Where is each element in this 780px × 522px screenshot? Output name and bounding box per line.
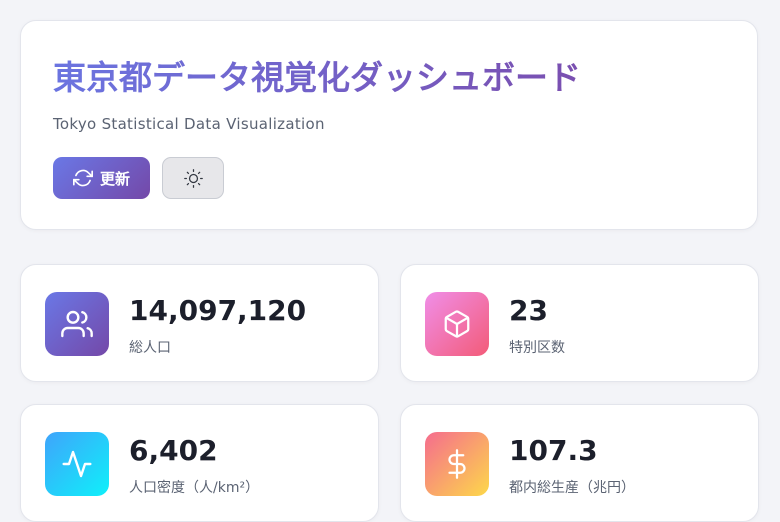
stat-label: 都内総生産（兆円） [509, 480, 635, 496]
stat-value: 6,402 [129, 434, 218, 467]
stat-label: 特別区数 [509, 340, 565, 356]
stat-value: 107.3 [509, 434, 598, 467]
stat-value: 23 [509, 294, 548, 327]
stat-card-wards: 23 特別区数 [400, 264, 759, 382]
box-icon [444, 310, 470, 338]
stat-icon-tile [45, 432, 109, 496]
header-card: 東京都データ視覚化ダッシュボード Tokyo Statistical Data … [20, 20, 758, 230]
page-subtitle: Tokyo Statistical Data Visualization [53, 115, 325, 133]
stat-label: 人口密度（人/km²） [129, 480, 260, 496]
stat-icon-tile [45, 292, 109, 356]
stat-label: 総人口 [129, 340, 171, 356]
users-icon [61, 310, 93, 338]
stat-icon-tile [425, 432, 489, 496]
page-title: 東京都データ視覚化ダッシュボード [53, 55, 581, 101]
stat-icon-tile [425, 292, 489, 356]
sun-icon [183, 168, 203, 188]
activity-icon [62, 450, 92, 478]
stat-card-population: 14,097,120 総人口 [20, 264, 379, 382]
theme-toggle-button[interactable] [162, 157, 224, 199]
refresh-icon [72, 169, 93, 187]
stat-card-density: 6,402 人口密度（人/km²） [20, 404, 379, 522]
dollar-icon [448, 449, 466, 479]
refresh-button-label: 更新 [99, 170, 130, 188]
refresh-button[interactable]: 更新 [53, 157, 150, 199]
stat-card-gdp: 107.3 都内総生産（兆円） [400, 404, 759, 522]
stat-value: 14,097,120 [129, 294, 307, 327]
